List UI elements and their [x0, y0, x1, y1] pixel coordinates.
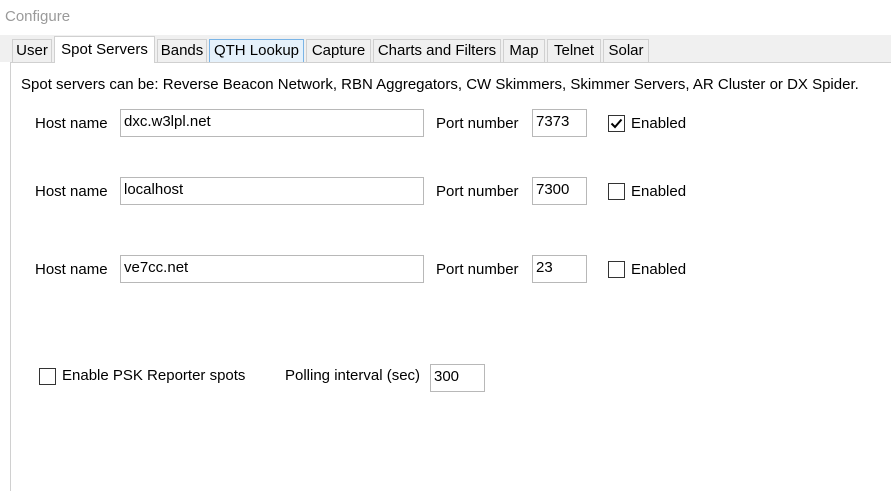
tab-charts-and-filters[interactable]: Charts and Filters [373, 39, 501, 62]
host-name-label: Host name [35, 115, 108, 132]
tab-spot-servers[interactable]: Spot Servers [54, 36, 155, 63]
port-number-input-3[interactable] [532, 255, 587, 283]
enabled-checkbox-2[interactable] [608, 183, 625, 200]
polling-interval-label: Polling interval (sec) [285, 367, 421, 384]
enable-psk-reporter-checkbox[interactable] [39, 368, 56, 385]
tab-map[interactable]: Map [503, 39, 545, 62]
tab-bands[interactable]: Bands [157, 39, 207, 62]
description-text: Spot servers can be: Reverse Beacon Netw… [21, 76, 859, 93]
tab-solar[interactable]: Solar [603, 39, 649, 62]
enabled-label: Enabled [631, 261, 687, 278]
tab-qth-lookup[interactable]: QTH Lookup [209, 39, 304, 62]
enabled-label: Enabled [631, 183, 687, 200]
port-number-label: Port number [436, 115, 519, 132]
port-number-input-1[interactable] [532, 109, 587, 137]
host-name-label: Host name [35, 261, 108, 278]
tab-telnet[interactable]: Telnet [547, 39, 601, 62]
port-number-input-2[interactable] [532, 177, 587, 205]
tab-capture[interactable]: Capture [306, 39, 371, 62]
host-name-input-3[interactable] [120, 255, 424, 283]
enabled-checkbox-1[interactable] [608, 115, 625, 132]
window-title: Configure [5, 8, 71, 25]
port-number-label: Port number [436, 261, 519, 278]
enable-psk-reporter-label: Enable PSK Reporter spots [62, 367, 246, 384]
polling-interval-input[interactable] [430, 364, 485, 392]
enabled-label: Enabled [631, 115, 687, 132]
host-name-label: Host name [35, 183, 108, 200]
enabled-checkbox-3[interactable] [608, 261, 625, 278]
host-name-input-2[interactable] [120, 177, 424, 205]
host-name-input-1[interactable] [120, 109, 424, 137]
port-number-label: Port number [436, 183, 519, 200]
tab-user[interactable]: User [12, 39, 52, 62]
checkmark-icon [610, 118, 623, 129]
